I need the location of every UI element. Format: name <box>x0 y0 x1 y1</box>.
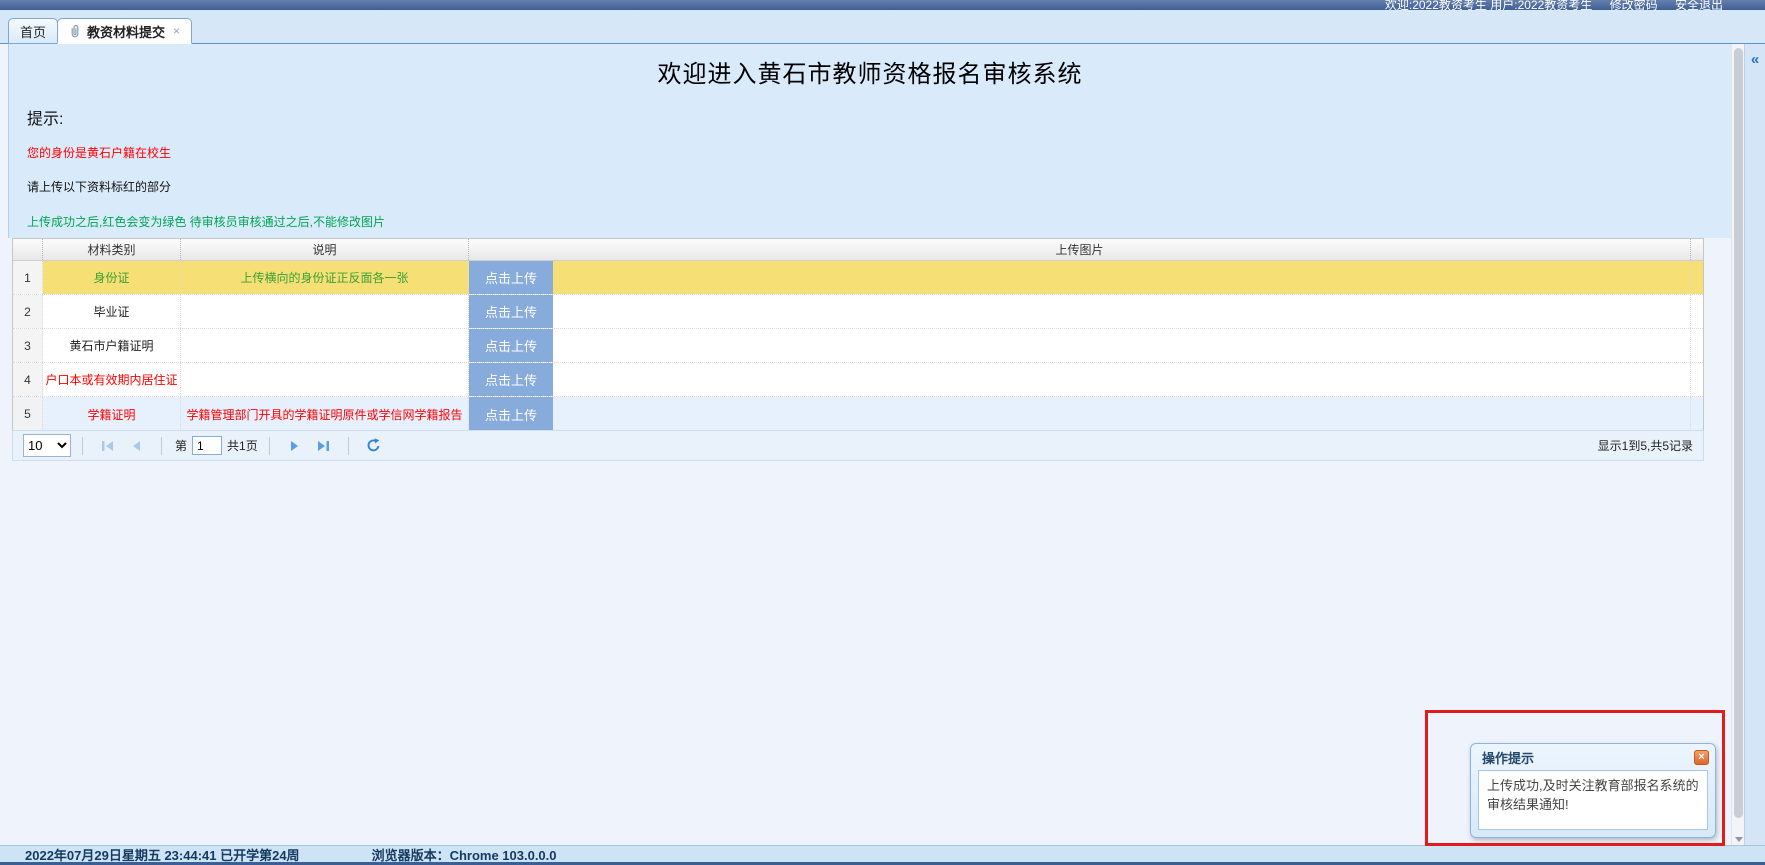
popup-header: 操作提示 × <box>1471 744 1715 769</box>
pager-separator <box>82 437 83 455</box>
row-filler <box>1691 397 1703 431</box>
page-number-prefix: 第 <box>175 437 187 454</box>
vertical-scrollbar[interactable] <box>1731 44 1744 845</box>
material-category: 户口本或有效期内居住证 <box>43 363 181 396</box>
material-description <box>181 329 469 362</box>
logout-link[interactable]: 安全退出 <box>1675 0 1723 10</box>
row-number: 3 <box>13 329 43 362</box>
pagination-bar: 10 第 共1页 显示1到5,共5记录 <box>12 430 1704 461</box>
upload-cell: 点击上传 <box>469 261 1691 294</box>
change-password-link[interactable]: 修改密码 <box>1610 0 1658 10</box>
prev-page-icon[interactable] <box>127 438 145 454</box>
next-page-icon[interactable] <box>286 438 304 454</box>
header-upload: 上传图片 <box>469 239 1691 260</box>
tab-home[interactable]: 首页 <box>8 18 58 44</box>
pager-separator <box>348 437 349 455</box>
hint-success-note: 上传成功之后,红色会变为绿色 待审核员审核通过之后,不能修改图片 <box>27 213 1731 230</box>
top-bar: 欢迎:2022教资考生 用户:2022教资考生 修改密码 安全退出 <box>0 0 1765 10</box>
tab-material-label: 教资材料提交 <box>87 22 165 41</box>
row-number: 2 <box>13 295 43 328</box>
table-row: 3 黄石市户籍证明 点击上传 <box>13 329 1703 363</box>
material-description: 学籍管理部门开具的学籍证明原件或学信网学籍报告 <box>181 397 469 431</box>
row-filler <box>1691 363 1703 396</box>
table-row: 2 毕业证 点击上传 <box>13 295 1703 329</box>
material-description <box>181 363 469 396</box>
header-filler <box>1691 239 1703 260</box>
record-summary: 显示1到5,共5记录 <box>1598 437 1693 454</box>
material-description: 上传横向的身份证正反面各一张 <box>181 261 469 294</box>
tab-material-submit[interactable]: 教资材料提交 × <box>57 18 192 44</box>
hint-instruction: 请上传以下资料标红的部分 <box>27 178 1731 195</box>
popup-title: 操作提示 <box>1482 748 1534 767</box>
row-filler <box>1691 261 1703 294</box>
paperclip-icon <box>69 24 81 39</box>
scrollbar-down-icon[interactable] <box>1735 837 1743 842</box>
page-size-select[interactable]: 10 <box>23 434 71 457</box>
upload-cell: 点击上传 <box>469 363 1691 396</box>
pager-separator <box>269 437 270 455</box>
first-page-icon[interactable] <box>99 438 117 454</box>
upload-cell: 点击上传 <box>469 329 1691 362</box>
upload-button[interactable]: 点击上传 <box>469 363 553 396</box>
row-filler <box>1691 329 1703 362</box>
header-description: 说明 <box>181 239 469 260</box>
row-filler <box>1691 295 1703 328</box>
row-number: 1 <box>13 261 43 294</box>
row-number: 4 <box>13 363 43 396</box>
materials-table: 材料类别 说明 上传图片 1 身份证 上传横向的身份证正反面各一张 点击上传 2… <box>12 238 1704 432</box>
east-panel-strip: « <box>1744 44 1765 845</box>
upload-button[interactable]: 点击上传 <box>469 397 553 431</box>
tab-home-label: 首页 <box>20 22 46 41</box>
operation-hint-popup: 操作提示 × 上传成功,及时关注教育部报名系统的审核结果通知! <box>1470 743 1716 838</box>
popup-close-icon[interactable]: × <box>1694 750 1709 765</box>
page-number-input[interactable] <box>192 436 222 455</box>
upload-button[interactable]: 点击上传 <box>469 329 553 362</box>
material-category: 身份证 <box>43 261 181 294</box>
material-category: 毕业证 <box>43 295 181 328</box>
pager-separator <box>161 437 162 455</box>
page-count-label: 共1页 <box>227 437 258 454</box>
table-row: 4 户口本或有效期内居住证 点击上传 <box>13 363 1703 397</box>
welcome-text: 欢迎:2022教资考生 用户:2022教资考生 <box>1385 0 1592 10</box>
upload-cell: 点击上传 <box>469 295 1691 328</box>
tab-close-icon[interactable]: × <box>173 24 180 38</box>
refresh-icon[interactable] <box>365 438 383 454</box>
hint-panel: 欢迎进入黄石市教师资格报名审核系统 提示: 您的身份是黄石户籍在校生 请上传以下… <box>8 44 1731 238</box>
scrollbar-thumb[interactable] <box>1734 48 1743 818</box>
upload-button[interactable]: 点击上传 <box>469 295 553 328</box>
status-bar: 2022年07月29日星期五 23:44:41 已开学第24周 浏览器版本：Ch… <box>0 845 1765 862</box>
status-browser-version: 浏览器版本：Chrome 103.0.0.0 <box>372 845 557 864</box>
table-header-row: 材料类别 说明 上传图片 <box>13 239 1703 261</box>
header-row-number <box>13 239 43 260</box>
upload-button[interactable]: 点击上传 <box>469 261 553 294</box>
page-title: 欢迎进入黄石市教师资格报名审核系统 <box>9 44 1731 89</box>
collapse-panel-icon[interactable]: « <box>1745 51 1765 68</box>
last-page-icon[interactable] <box>314 438 332 454</box>
upload-cell: 点击上传 <box>469 397 1691 431</box>
grid-body: 1 身份证 上传横向的身份证正反面各一张 点击上传 2 毕业证 点击上传 3 黄… <box>13 261 1703 431</box>
material-category: 黄石市户籍证明 <box>43 329 181 362</box>
tab-bar: 首页 教资材料提交 × <box>0 10 1765 44</box>
hint-identity: 您的身份是黄石户籍在校生 <box>27 144 1731 161</box>
material-description <box>181 295 469 328</box>
popup-message: 上传成功,及时关注教育部报名系统的审核结果通知! <box>1478 770 1708 830</box>
table-row: 1 身份证 上传横向的身份证正反面各一张 点击上传 <box>13 261 1703 295</box>
row-number: 5 <box>13 397 43 431</box>
hint-label: 提示: <box>27 105 1731 129</box>
material-category: 学籍证明 <box>43 397 181 431</box>
header-category: 材料类别 <box>43 239 181 260</box>
table-row: 5 学籍证明 学籍管理部门开具的学籍证明原件或学信网学籍报告 点击上传 <box>13 397 1703 431</box>
status-datetime: 2022年07月29日星期五 23:44:41 已开学第24周 <box>25 845 300 864</box>
